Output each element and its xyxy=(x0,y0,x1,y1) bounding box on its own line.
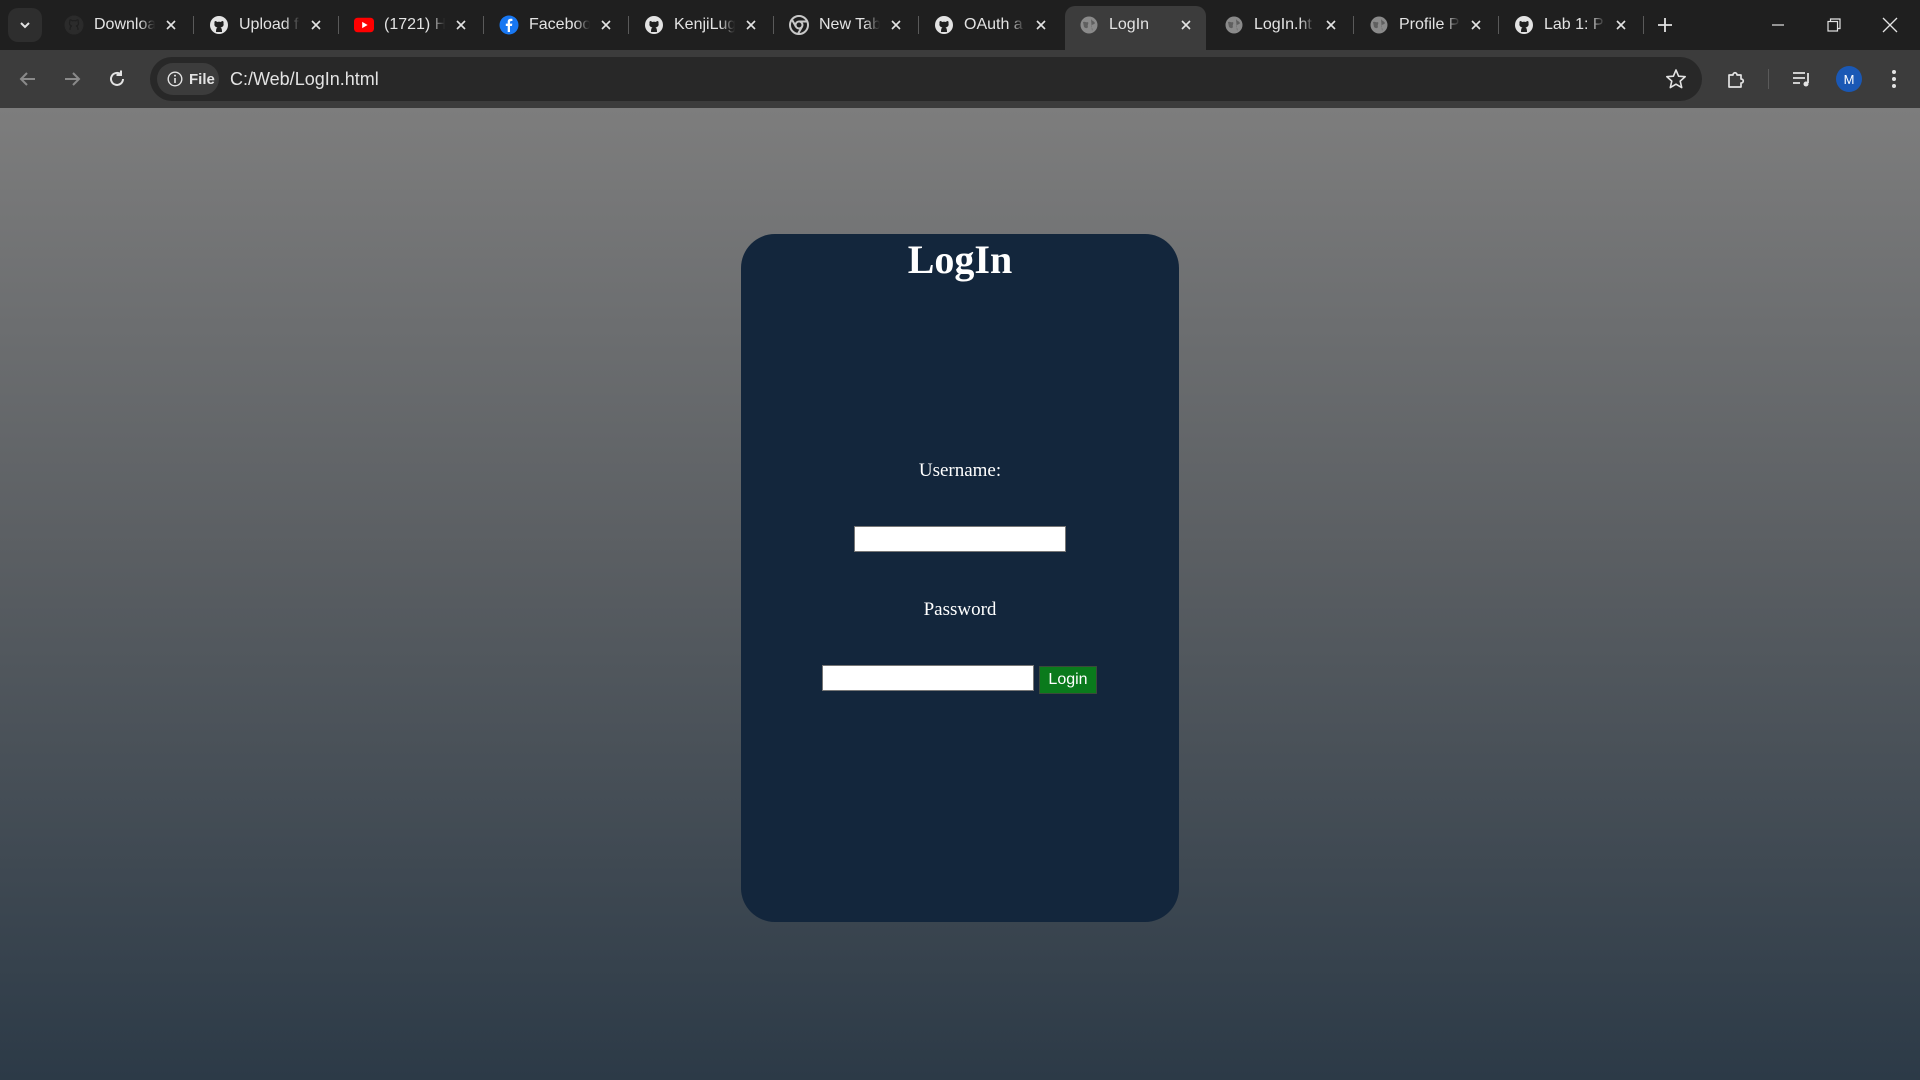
reload-icon xyxy=(110,70,124,86)
close-tab-icon[interactable] xyxy=(1176,15,1196,35)
tab-lab1[interactable]: Lab 1: Pr xyxy=(1500,6,1641,44)
close-tab-icon[interactable] xyxy=(886,15,906,35)
url-text[interactable]: C:/Web/LogIn.html xyxy=(230,69,379,90)
tab-upload[interactable]: Upload f xyxy=(195,6,336,44)
tab-new-tab[interactable]: New Tab xyxy=(775,6,916,44)
arrow-left-icon xyxy=(19,72,35,86)
github-icon xyxy=(934,15,954,35)
browser-toolbar: File C:/Web/LogIn.html M xyxy=(0,50,1920,108)
globe-icon xyxy=(1224,15,1244,35)
tab-title: Download xyxy=(94,16,155,33)
close-tab-icon[interactable] xyxy=(1466,15,1486,35)
tab-title: KenjiLug xyxy=(674,16,735,33)
minimize-icon xyxy=(1772,24,1784,26)
plus-icon xyxy=(1658,18,1672,32)
login-card: LogIn Username: Password Login xyxy=(741,234,1179,922)
username-label: Username: xyxy=(918,460,1002,481)
page-title: LogIn xyxy=(907,237,1013,282)
close-tab-icon[interactable] xyxy=(741,15,761,35)
facebook-icon xyxy=(499,15,519,35)
github-icon xyxy=(644,15,664,35)
tab-title: Upload f xyxy=(239,16,299,33)
tab-title: Profile P xyxy=(1399,16,1460,33)
puzzle-icon xyxy=(1728,71,1745,88)
tab-title: Facebook xyxy=(529,16,590,33)
globe-icon xyxy=(1079,15,1099,35)
close-tab-icon[interactable] xyxy=(1031,15,1051,35)
tab-download[interactable]: Download xyxy=(50,6,191,44)
close-tab-icon[interactable] xyxy=(306,15,326,35)
site-info-label: File xyxy=(189,70,215,88)
close-tab-icon[interactable] xyxy=(161,15,181,35)
kebab-menu-icon xyxy=(1892,70,1896,88)
tab-kenjilug[interactable]: KenjiLug xyxy=(630,6,771,44)
playlist-icon xyxy=(1793,72,1809,87)
restore-button[interactable] xyxy=(1806,0,1862,50)
tab-title: LogIn.ht xyxy=(1254,16,1312,33)
bookmark-button[interactable] xyxy=(1664,67,1688,91)
tab-strip: Download Upload f (1721) H Facebook Kenj… xyxy=(0,0,1920,50)
tab-title: (1721) H xyxy=(384,16,445,33)
close-tab-icon[interactable] xyxy=(1321,15,1341,35)
tab-login-html[interactable]: LogIn.ht xyxy=(1210,6,1351,44)
tab-title: LogIn xyxy=(1109,16,1150,33)
close-tab-icon[interactable] xyxy=(596,15,616,35)
username-field[interactable] xyxy=(854,526,1066,552)
arrow-right-icon xyxy=(65,72,81,86)
new-tab-button[interactable] xyxy=(1650,10,1680,40)
page-viewport: LogIn Username: Password Login xyxy=(0,108,1920,1080)
info-icon xyxy=(167,71,183,87)
tab-search-button[interactable] xyxy=(8,8,42,42)
site-info-chip[interactable]: File xyxy=(157,63,219,95)
tab-facebook[interactable]: Facebook xyxy=(485,6,626,44)
browser-menu-button[interactable] xyxy=(1880,65,1908,93)
forward-button[interactable] xyxy=(54,61,90,97)
youtube-icon xyxy=(354,15,374,35)
address-bar[interactable]: File C:/Web/LogIn.html xyxy=(150,57,1702,101)
github-icon xyxy=(64,15,84,35)
restore-icon xyxy=(1827,18,1841,32)
github-icon xyxy=(209,15,229,35)
close-tab-icon[interactable] xyxy=(1611,15,1631,35)
close-tab-icon[interactable] xyxy=(451,15,471,35)
profile-avatar[interactable]: M xyxy=(1836,66,1862,92)
minimize-button[interactable] xyxy=(1750,0,1806,50)
tab-youtube[interactable]: (1721) H xyxy=(340,6,481,44)
tab-profile[interactable]: Profile P xyxy=(1355,6,1496,44)
login-button[interactable]: Login xyxy=(1039,666,1097,694)
tab-login-active[interactable]: LogIn xyxy=(1065,6,1206,50)
github-icon xyxy=(1514,15,1534,35)
close-icon xyxy=(1882,17,1898,33)
back-button[interactable] xyxy=(10,61,46,97)
tab-title: Lab 1: Pr xyxy=(1544,16,1605,33)
star-icon xyxy=(1666,69,1686,89)
chevron-down-icon xyxy=(20,22,30,29)
globe-icon xyxy=(1369,15,1389,35)
media-controls-button[interactable] xyxy=(1788,65,1816,93)
chrome-icon xyxy=(789,15,809,35)
tab-title: New Tab xyxy=(819,16,880,33)
close-window-button[interactable] xyxy=(1862,0,1918,50)
reload-button[interactable] xyxy=(99,61,135,97)
tab-title: OAuth a xyxy=(964,16,1023,33)
tab-oauth[interactable]: OAuth a xyxy=(920,6,1061,44)
password-field[interactable] xyxy=(822,665,1034,691)
password-label: Password xyxy=(923,599,997,620)
extensions-button[interactable] xyxy=(1722,65,1750,93)
